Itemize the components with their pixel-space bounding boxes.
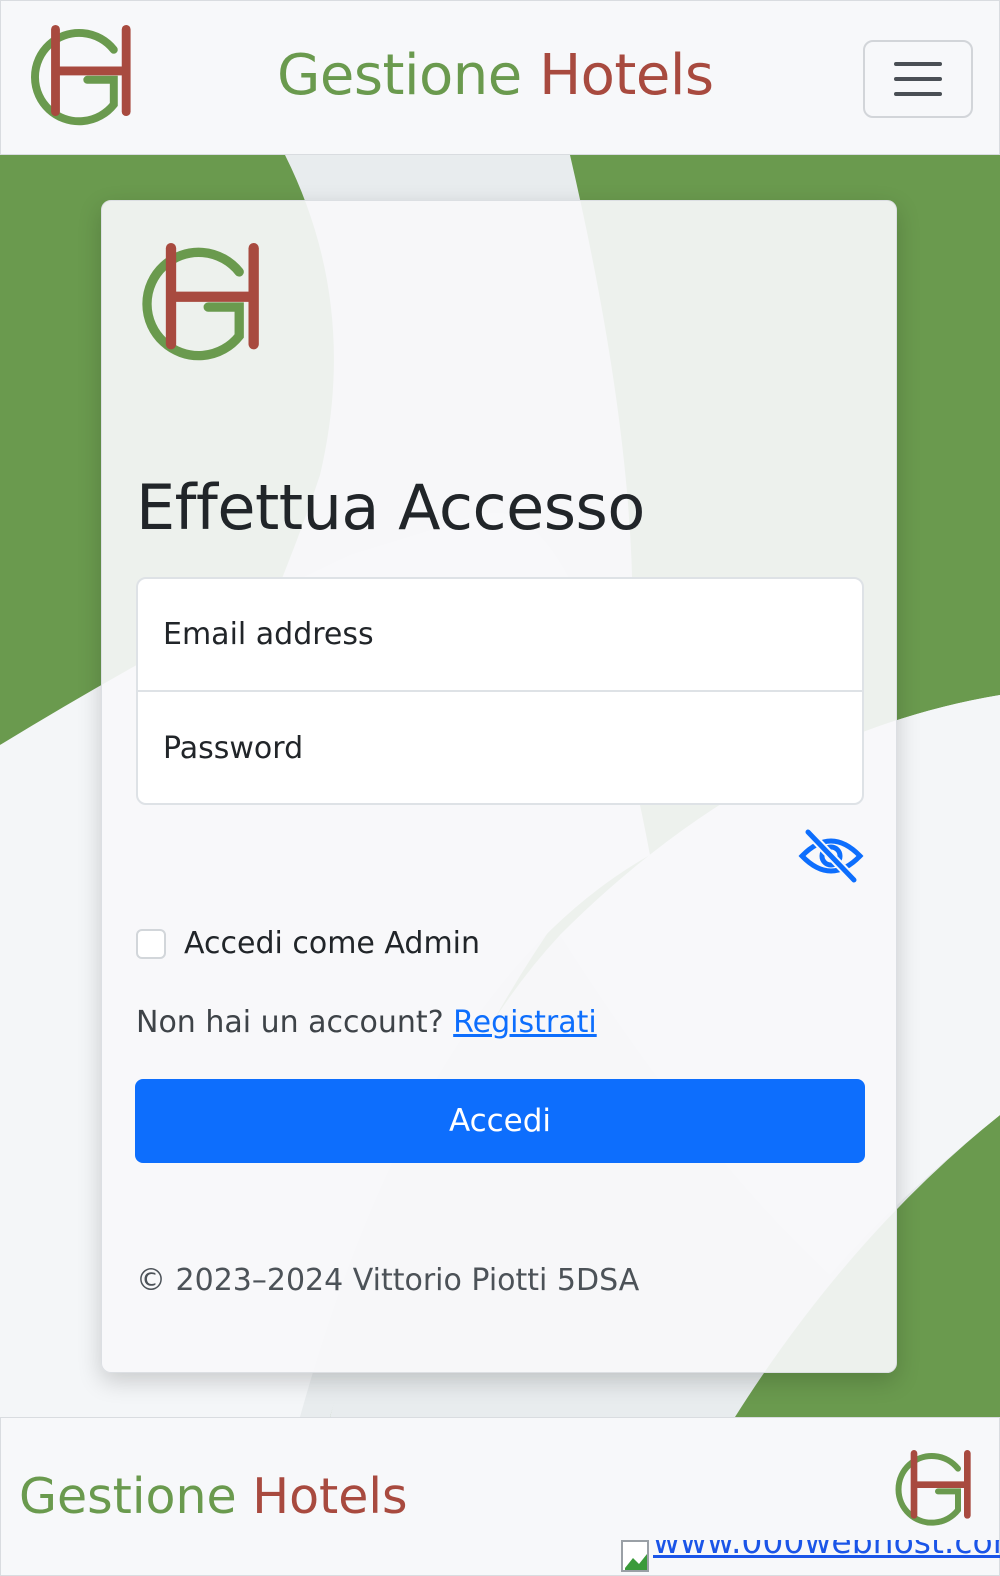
footer-brand-gestione: Gestione	[19, 1468, 237, 1525]
footer: Gestione Hotels www.000webhost.com	[0, 1417, 1000, 1576]
broken-image-icon	[621, 1540, 649, 1572]
password-field[interactable]: Password	[138, 692, 862, 805]
webhost-link[interactable]: www.000webhost.com	[621, 1540, 1000, 1574]
brand-title[interactable]: Gestione Hotels	[277, 43, 714, 108]
login-title: Effettua Accesso	[136, 471, 645, 544]
hamburger-icon	[894, 62, 942, 66]
password-placeholder: Password	[163, 731, 304, 766]
admin-checkbox-label[interactable]: Accedi come Admin	[184, 926, 480, 961]
webhost-link-text[interactable]: www.000webhost.com	[653, 1540, 1000, 1561]
register-link[interactable]: Registrati	[453, 1005, 597, 1040]
email-placeholder: Email address	[163, 617, 374, 652]
hamburger-icon-line	[894, 77, 942, 81]
copyright-text: © 2023–2024 Vittorio Piotti 5DSA	[136, 1263, 640, 1298]
email-field[interactable]: Email address	[138, 579, 862, 692]
hero-background: Effettua Accesso Email address Password …	[0, 155, 1000, 1417]
admin-checkbox-row: Accedi come Admin	[136, 926, 480, 961]
brand-hotels: Hotels	[539, 43, 714, 108]
brand-gestione: Gestione	[277, 43, 522, 108]
menu-toggle-button[interactable]	[863, 40, 973, 118]
credentials-group: Email address Password	[136, 577, 864, 805]
top-navbar: Gestione Hotels	[0, 0, 1000, 155]
gh-logo[interactable]	[29, 25, 135, 131]
footer-brand: Gestione Hotels	[19, 1468, 408, 1525]
login-button[interactable]: Accedi	[135, 1079, 865, 1163]
register-prompt: Non hai un account? Registrati	[136, 1005, 597, 1040]
footer-brand-hotels: Hotels	[252, 1468, 408, 1525]
admin-checkbox[interactable]	[136, 928, 166, 959]
register-prompt-text: Non hai un account?	[136, 1005, 444, 1040]
login-card: Effettua Accesso Email address Password …	[101, 200, 897, 1373]
gh-logo	[895, 1450, 971, 1526]
eye-slash-icon[interactable]	[798, 828, 864, 884]
gh-logo	[142, 243, 259, 361]
hamburger-icon-line	[894, 92, 942, 96]
